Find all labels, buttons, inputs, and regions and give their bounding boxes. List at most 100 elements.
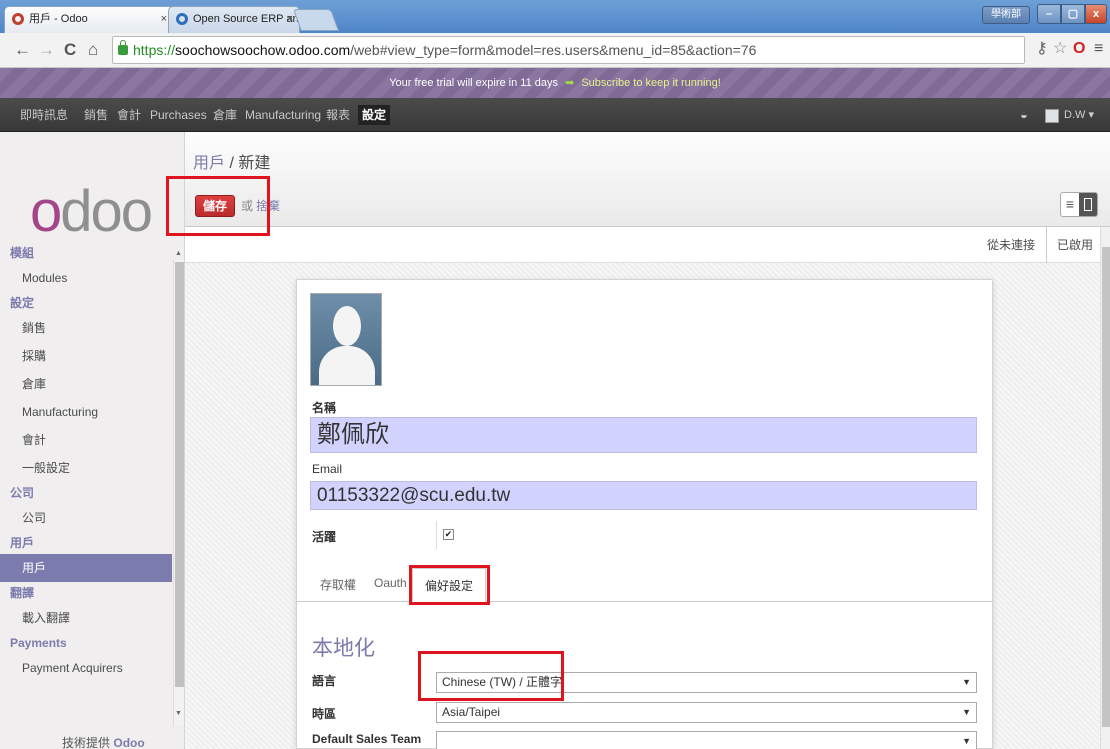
email-input[interactable]: 01153322@scu.edu.tw bbox=[310, 481, 977, 510]
menu-icon[interactable]: ≡ bbox=[1094, 40, 1103, 58]
active-label: 活躍 bbox=[312, 530, 337, 544]
list-view-icon[interactable]: ≡ bbox=[1061, 193, 1079, 216]
forward-icon[interactable]: → bbox=[38, 41, 55, 59]
breadcrumb-current: 新建 bbox=[238, 155, 271, 172]
status-never-connected[interactable]: 從未連接 bbox=[987, 227, 1035, 263]
lock-icon bbox=[118, 40, 128, 55]
back-icon[interactable]: ← bbox=[14, 41, 31, 59]
scroll-thumb[interactable] bbox=[175, 262, 184, 687]
scroll-up-icon[interactable]: ▲ bbox=[175, 250, 182, 257]
url-input[interactable]: https://soochowsoochow.odoo.com/web#view… bbox=[112, 36, 1025, 64]
minimize-button[interactable]: – bbox=[1037, 4, 1061, 24]
chevron-down-icon: ▼ bbox=[962, 736, 971, 746]
profile-badge[interactable]: 學術部 bbox=[982, 6, 1030, 24]
url-path: /web#view_type=form&model=res.users&menu… bbox=[350, 42, 757, 58]
menu-sales[interactable]: 銷售 bbox=[84, 98, 108, 132]
email-label: Email bbox=[312, 462, 343, 476]
scroll-down-icon[interactable]: ▼ bbox=[175, 710, 182, 717]
new-tab-button[interactable] bbox=[292, 9, 340, 31]
arrow-right-icon: ➡ bbox=[565, 77, 575, 89]
main-header: 用戶 / 新建 儲存 或捨棄 ≡ bbox=[185, 132, 1110, 227]
sidebar-item[interactable]: 會計 bbox=[0, 426, 172, 454]
bookmark-star-icon[interactable]: ☆ bbox=[1053, 40, 1067, 58]
localization-heading: 本地化 bbox=[312, 637, 375, 660]
close-tab-icon[interactable]: × bbox=[161, 7, 167, 32]
menu-warehouse[interactable]: 倉庫 bbox=[213, 98, 237, 132]
close-tab-icon[interactable]: × bbox=[287, 7, 293, 32]
menu-reports[interactable]: 報表 bbox=[326, 98, 350, 132]
sidebar-section-heading: 設定 bbox=[10, 296, 35, 310]
main-scroll-thumb[interactable] bbox=[1102, 247, 1110, 727]
chat-icon[interactable]: ◒ bbox=[1020, 98, 1028, 132]
sidebar: odoo 模組 Modules 設定銷售 採購 倉庫 Manufacturing 會計 一般設… bbox=[0, 132, 185, 749]
active-checkbox[interactable]: ✔ bbox=[443, 529, 454, 540]
highlight-preferences-box bbox=[409, 565, 490, 605]
avatar-body bbox=[319, 346, 375, 385]
home-icon[interactable]: ⌂ bbox=[88, 41, 98, 59]
sidebar-item[interactable]: Modules bbox=[0, 264, 172, 292]
menu-accounting[interactable]: 會計 bbox=[117, 98, 141, 132]
sidebar-scrollbar[interactable]: ▲ ▼ bbox=[173, 250, 184, 726]
user-menu[interactable]: D.W ▾ bbox=[1064, 98, 1094, 132]
logo-doo: doo bbox=[60, 179, 153, 244]
sidebar-item[interactable]: Payment Acquirers bbox=[0, 654, 172, 682]
chevron-down-icon: ▼ bbox=[962, 707, 971, 717]
title-bar: 用戶 - Odoo × Open Source ERP and CI × 學術部… bbox=[0, 0, 1110, 33]
maximize-button[interactable]: ▢ bbox=[1061, 4, 1085, 24]
trial-banner: Your free trial will expire in 11 days ➡… bbox=[0, 68, 1110, 98]
language-label: 語言 bbox=[312, 674, 337, 688]
sidebar-item[interactable]: 倉庫 bbox=[0, 370, 172, 398]
powered-by: 技術提供 Odoo bbox=[62, 734, 145, 749]
odoo-logo[interactable]: odoo bbox=[30, 179, 153, 244]
form-view-icon[interactable] bbox=[1079, 193, 1097, 216]
sidebar-item[interactable]: 公司 bbox=[0, 504, 172, 532]
sidebar-item[interactable]: 載入翻譯 bbox=[0, 604, 172, 632]
highlight-save-box bbox=[166, 176, 270, 236]
sidebar-item[interactable]: 採購 bbox=[0, 342, 172, 370]
sidebar-section-heading: 模組 bbox=[10, 246, 35, 260]
menu-purchases[interactable]: Purchases bbox=[150, 98, 207, 132]
breadcrumb-users[interactable]: 用戶 bbox=[193, 155, 225, 172]
notebook-tabs-line bbox=[297, 601, 992, 602]
timezone-value: Asia/Taipei bbox=[442, 705, 501, 719]
close-window-button[interactable]: x bbox=[1085, 4, 1107, 24]
tab-oauth[interactable]: Oauth bbox=[374, 576, 407, 590]
tab-title: 用戶 - Odoo bbox=[29, 13, 88, 25]
browser-window: 用戶 - Odoo × Open Source ERP and CI × 學術部… bbox=[0, 0, 1110, 749]
sales-team-label: Default Sales Team bbox=[312, 732, 422, 746]
sidebar-item[interactable]: 一般設定 bbox=[0, 454, 172, 482]
sales-team-select[interactable]: ▼ bbox=[436, 731, 977, 749]
logo-o: o bbox=[30, 179, 62, 244]
browser-tab-erp[interactable]: Open Source ERP and CI × bbox=[168, 6, 300, 33]
opera-icon[interactable]: O bbox=[1073, 40, 1085, 58]
main-scrollbar[interactable] bbox=[1100, 227, 1110, 749]
sidebar-item[interactable]: 銷售 bbox=[0, 314, 172, 342]
name-label: 名稱 bbox=[312, 401, 337, 415]
field-divider bbox=[436, 521, 437, 549]
user-photo[interactable] bbox=[310, 293, 382, 386]
url-scheme: https:// bbox=[133, 42, 176, 58]
menu-settings[interactable]: 設定 bbox=[358, 105, 391, 125]
powered-brand[interactable]: Odoo bbox=[113, 736, 144, 749]
menu-chat[interactable]: 即時訊息 bbox=[20, 98, 68, 132]
sidebar-section-heading: 用戶 bbox=[10, 536, 35, 550]
view-switcher: ≡ bbox=[1060, 192, 1098, 217]
address-bar: ← → C ⌂ https://soochowsoochow.odoo.com/… bbox=[0, 33, 1110, 68]
sidebar-item[interactable]: 用戶 bbox=[0, 554, 172, 582]
timezone-label: 時區 bbox=[312, 707, 337, 721]
sidebar-section-heading: Payments bbox=[10, 636, 67, 650]
sidebar-item[interactable]: Manufacturing bbox=[0, 398, 172, 426]
powered-text: 技術提供 bbox=[62, 736, 111, 749]
tab-access-rights[interactable]: 存取權 bbox=[320, 576, 356, 593]
sidebar-section-heading: 翻譯 bbox=[10, 586, 35, 600]
tab-title: Open Source ERP and CI bbox=[193, 13, 299, 25]
browser-tab-odoo[interactable]: 用戶 - Odoo × bbox=[4, 6, 174, 33]
name-input[interactable]: 鄭佩欣 bbox=[310, 417, 977, 453]
menu-manufacturing[interactable]: Manufacturing bbox=[245, 98, 321, 132]
user-avatar[interactable] bbox=[1045, 109, 1059, 123]
subscribe-link[interactable]: Subscribe to keep it running! bbox=[581, 77, 720, 89]
key-icon[interactable]: ⚷ bbox=[1036, 40, 1048, 58]
reload-icon[interactable]: C bbox=[64, 41, 76, 59]
timezone-select[interactable]: Asia/Taipei ▼ bbox=[436, 702, 977, 723]
status-enabled[interactable]: 已啟用 bbox=[1057, 227, 1093, 263]
